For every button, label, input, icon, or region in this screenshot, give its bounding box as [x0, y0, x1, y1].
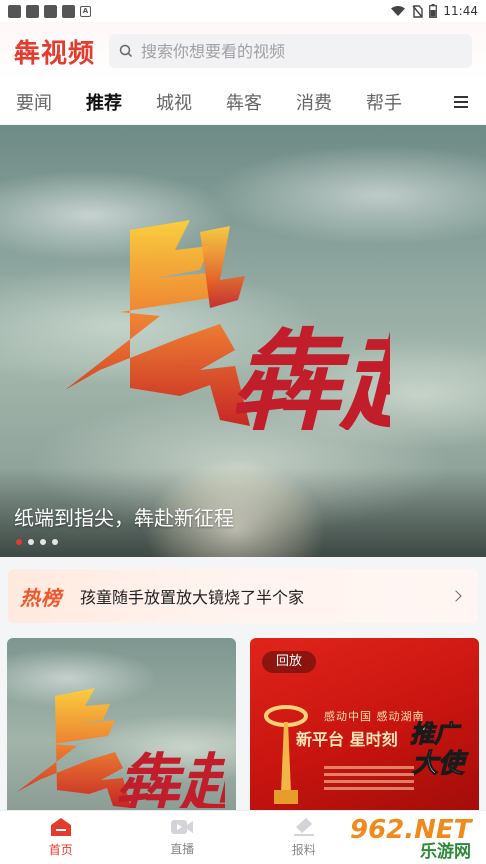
video-card[interactable]: 犇赴 [7, 638, 236, 810]
poster-title-graphic: 推广 大使 [410, 720, 470, 779]
search-input[interactable] [141, 41, 432, 61]
nav-report-label: 报料 [291, 843, 316, 857]
tab-consumer[interactable]: 消费 [296, 89, 332, 115]
nav-home-label: 首页 [48, 843, 73, 857]
carousel-dot[interactable] [16, 539, 22, 545]
banner-art-text: 犇赴 [230, 317, 390, 430]
banner-carousel[interactable]: 犇赴 纸端到指尖，犇赴新征程 [0, 125, 486, 557]
status-bar: A 11:44 [0, 0, 486, 22]
carousel-indicator [16, 539, 58, 545]
svg-text:大使: 大使 [412, 749, 469, 778]
watermark-brand: 962.NET [350, 815, 474, 845]
nav-home[interactable]: 首页 [0, 811, 122, 864]
notification-icons: A [8, 4, 91, 18]
tab-recommended[interactable]: 推荐 [86, 89, 122, 115]
no-sim-icon [412, 4, 424, 18]
app-screen: A 11:44 犇视频 要闻 推荐 城视 犇客 消费 帮手 [0, 0, 486, 864]
home-icon [50, 818, 71, 836]
tab-helper[interactable]: 帮手 [366, 89, 402, 115]
search-icon [119, 44, 133, 58]
svg-text:推广: 推广 [410, 720, 462, 748]
hot-list-bar[interactable]: 热榜 孩童随手放置放大镜烧了半个家 [8, 569, 478, 623]
notification-icon [26, 4, 39, 18]
carousel-dot[interactable] [40, 539, 46, 545]
live-video-icon [171, 820, 194, 834]
watermark-subtitle: 乐游网 [420, 841, 471, 860]
notification-icon [44, 4, 57, 18]
report-icon [293, 818, 314, 836]
clock: 11:44 [443, 4, 478, 18]
poster-fine-print [324, 766, 414, 800]
search-bar[interactable] [109, 34, 472, 68]
battery-icon [429, 4, 438, 18]
poster-headline: 新平台 星时刻 [296, 730, 398, 749]
chevron-right-icon[interactable] [450, 590, 462, 602]
menu-icon[interactable] [454, 96, 468, 108]
tab-city[interactable]: 城视 [156, 89, 192, 115]
nav-live[interactable]: 直播 [122, 811, 244, 864]
system-icons: 11:44 [390, 4, 478, 18]
banner-caption: 纸端到指尖，犇赴新征程 [14, 506, 234, 530]
app-logo: 犇视频 [14, 38, 96, 69]
watermark-logo: 962.NET 乐游网 [350, 815, 474, 860]
banner-calligraphy-art: 犇赴 [65, 220, 390, 430]
hot-list-label: 热榜 [20, 585, 62, 610]
nav-report[interactable]: 报料 [243, 811, 365, 864]
keyboard-icon: A [80, 5, 91, 17]
tab-creators[interactable]: 犇客 [226, 89, 262, 115]
replay-badge: 回放 [262, 651, 317, 673]
category-tabs: 要闻 推荐 城视 犇客 消费 帮手 [0, 80, 486, 124]
wifi-icon [391, 6, 406, 16]
notification-icon [62, 4, 75, 18]
video-card[interactable]: 回放 感动中国 感动湖南 新平台 星时刻 推广 大使 [250, 638, 479, 810]
tab-news[interactable]: 要闻 [16, 89, 52, 115]
app-header: 犇视频 [0, 22, 486, 80]
carousel-dot[interactable] [52, 539, 58, 545]
nav-live-label: 直播 [170, 842, 195, 856]
card-art-text: 犇赴 [115, 747, 225, 808]
carousel-dot[interactable] [28, 539, 34, 545]
card-calligraphy-art: 犇赴 [17, 688, 225, 808]
hot-list-headline[interactable]: 孩童随手放置放大镜烧了半个家 [80, 584, 452, 608]
notification-icon [8, 4, 21, 18]
